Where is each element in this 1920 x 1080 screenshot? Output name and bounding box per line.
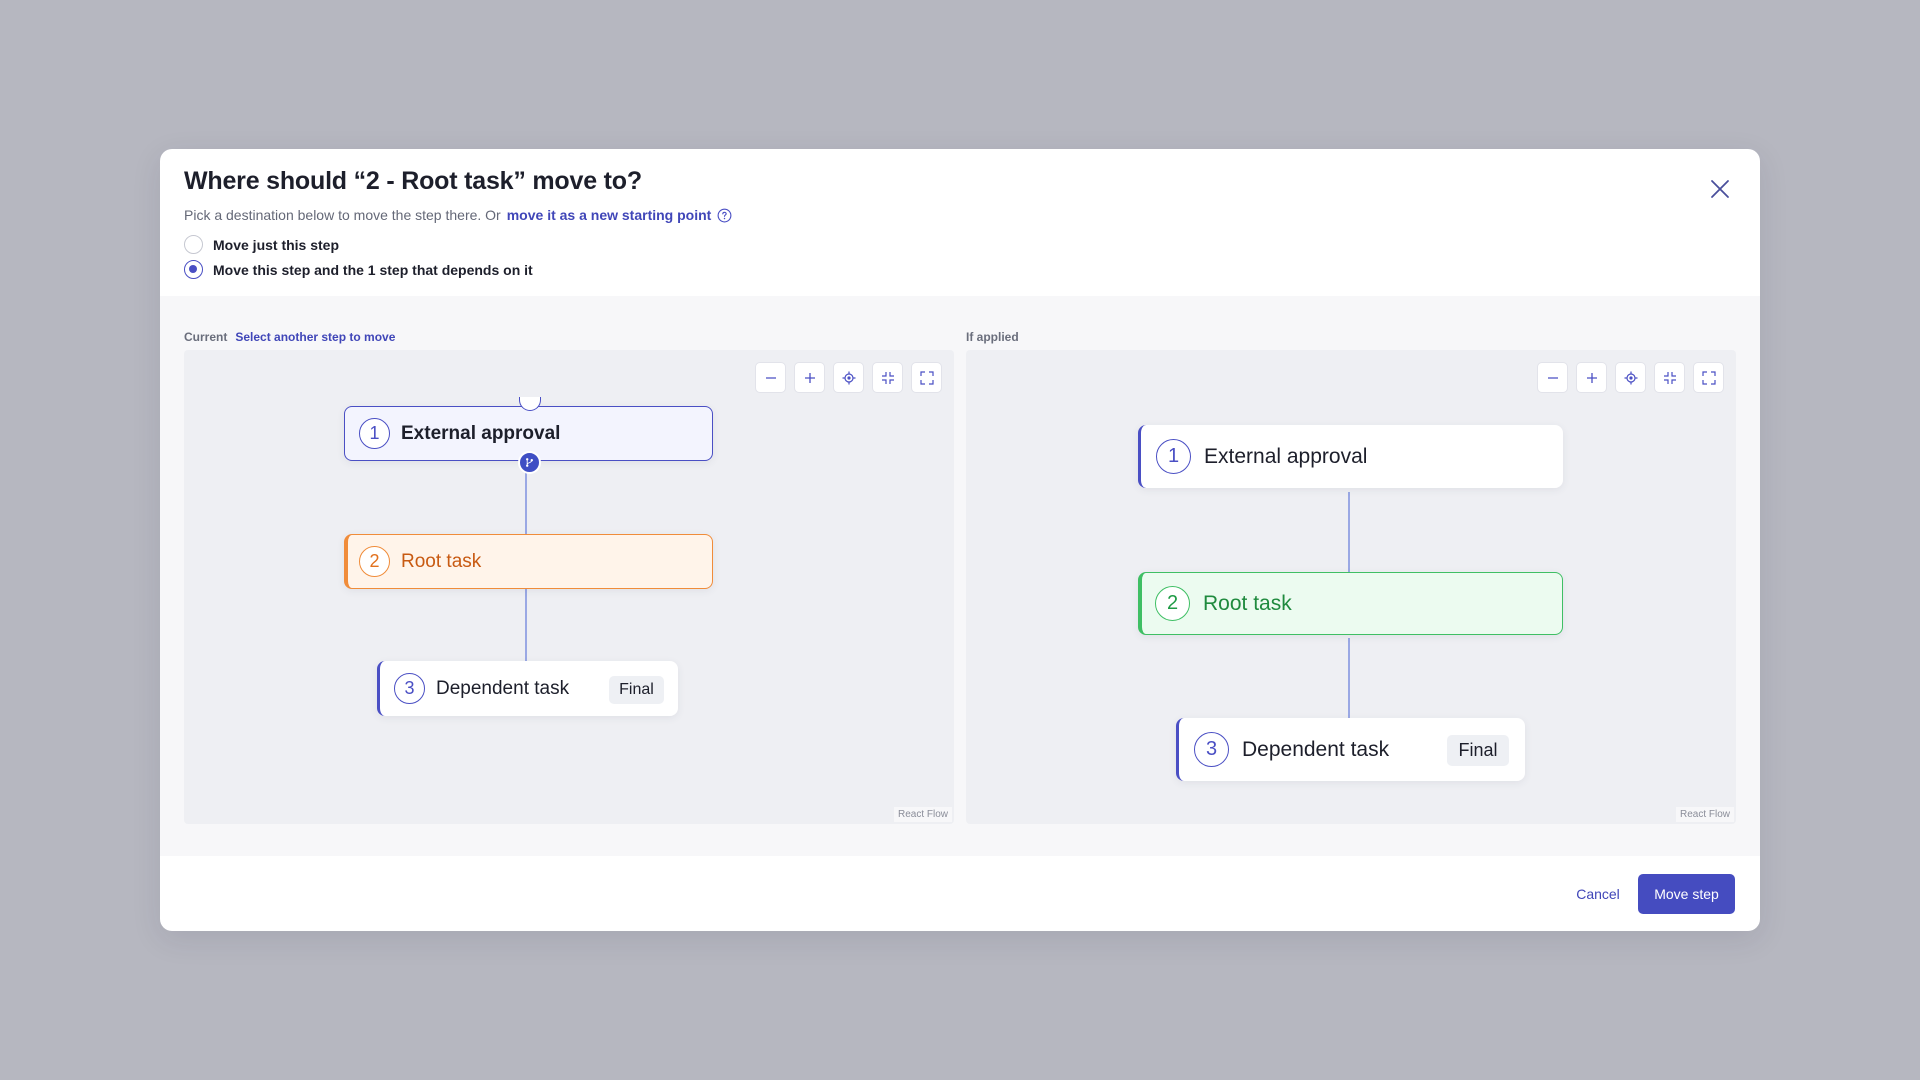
select-another-step-link[interactable]: Select another step to move bbox=[235, 330, 395, 344]
step-number: 2 bbox=[1155, 586, 1190, 621]
applied-flow-canvas[interactable]: 1 External approval 2 Root task 3 Depend… bbox=[966, 350, 1736, 824]
step-number: 2 bbox=[359, 546, 390, 577]
fullscreen-icon[interactable] bbox=[1693, 362, 1724, 393]
node-top-handle[interactable] bbox=[519, 397, 541, 411]
node-dependent-task[interactable]: 3 Dependent task Final bbox=[377, 661, 678, 716]
collapse-icon[interactable] bbox=[872, 362, 903, 393]
step-title: Root task bbox=[1203, 591, 1292, 615]
step-number: 3 bbox=[1194, 732, 1229, 767]
dialog-title: Where should “2 - Root task” move to? bbox=[184, 167, 642, 195]
subtitle-text: Pick a destination below to move the ste… bbox=[184, 207, 501, 223]
flow-edge bbox=[1348, 638, 1350, 718]
node-root-task-moving[interactable]: 2 Root task bbox=[344, 534, 713, 589]
node-root-task-placed[interactable]: 2 Root task bbox=[1138, 572, 1563, 635]
step-title: External approval bbox=[1204, 444, 1368, 468]
target-icon[interactable] bbox=[1615, 362, 1646, 393]
react-flow-attribution[interactable]: React Flow bbox=[893, 807, 952, 822]
node-external-approval[interactable]: 1 External approval bbox=[1138, 425, 1563, 488]
move-step-dialog: Where should “2 - Root task” move to? Pi… bbox=[160, 149, 1760, 931]
step-number: 1 bbox=[359, 418, 390, 449]
current-flow-canvas[interactable]: 1 External approval 2 Root task 3 Depend… bbox=[184, 350, 954, 824]
option-move-with-dependents[interactable]: Move this step and the 1 step that depen… bbox=[184, 260, 533, 279]
plus-icon[interactable] bbox=[794, 362, 825, 393]
plus-icon[interactable] bbox=[1576, 362, 1607, 393]
collapse-icon[interactable] bbox=[1654, 362, 1685, 393]
applied-section-label: If applied bbox=[966, 330, 1019, 344]
step-title: Dependent task bbox=[436, 677, 570, 699]
canvas-controls bbox=[755, 362, 942, 393]
flow-edge bbox=[525, 589, 527, 661]
move-step-button[interactable]: Move step bbox=[1638, 874, 1735, 914]
minus-icon[interactable] bbox=[1537, 362, 1568, 393]
current-section-label: Current Select another step to move bbox=[184, 330, 395, 344]
current-label: Current bbox=[184, 330, 228, 344]
step-number: 3 bbox=[394, 673, 425, 704]
cancel-button[interactable]: Cancel bbox=[1568, 874, 1628, 914]
option-label: Move this step and the 1 step that depen… bbox=[213, 261, 533, 278]
step-number: 1 bbox=[1156, 439, 1191, 474]
new-starting-point-link[interactable]: move it as a new starting point bbox=[507, 207, 712, 223]
node-dependent-task[interactable]: 3 Dependent task Final bbox=[1176, 718, 1525, 781]
step-title: External approval bbox=[401, 422, 561, 444]
step-title: Root task bbox=[401, 550, 482, 572]
step-title: Dependent task bbox=[1242, 737, 1390, 761]
fullscreen-icon[interactable] bbox=[911, 362, 942, 393]
flow-edge bbox=[1348, 492, 1350, 572]
option-label: Move just this step bbox=[213, 236, 340, 253]
dialog-subtitle: Pick a destination below to move the ste… bbox=[184, 207, 732, 223]
help-circle-icon[interactable] bbox=[717, 208, 732, 223]
radio-button-selected[interactable] bbox=[184, 260, 203, 279]
target-icon[interactable] bbox=[833, 362, 864, 393]
branch-icon[interactable] bbox=[518, 451, 541, 474]
applied-label: If applied bbox=[966, 330, 1019, 344]
final-badge: Final bbox=[1447, 735, 1509, 766]
close-icon[interactable] bbox=[1708, 177, 1732, 201]
react-flow-attribution[interactable]: React Flow bbox=[1675, 807, 1734, 822]
canvas-controls bbox=[1537, 362, 1724, 393]
option-move-just-step[interactable]: Move just this step bbox=[184, 235, 339, 254]
node-external-approval[interactable]: 1 External approval bbox=[344, 397, 713, 474]
radio-button[interactable] bbox=[184, 235, 203, 254]
preview-area: Current Select another step to move 1 Ext… bbox=[160, 296, 1760, 856]
final-badge: Final bbox=[609, 676, 664, 704]
minus-icon[interactable] bbox=[755, 362, 786, 393]
